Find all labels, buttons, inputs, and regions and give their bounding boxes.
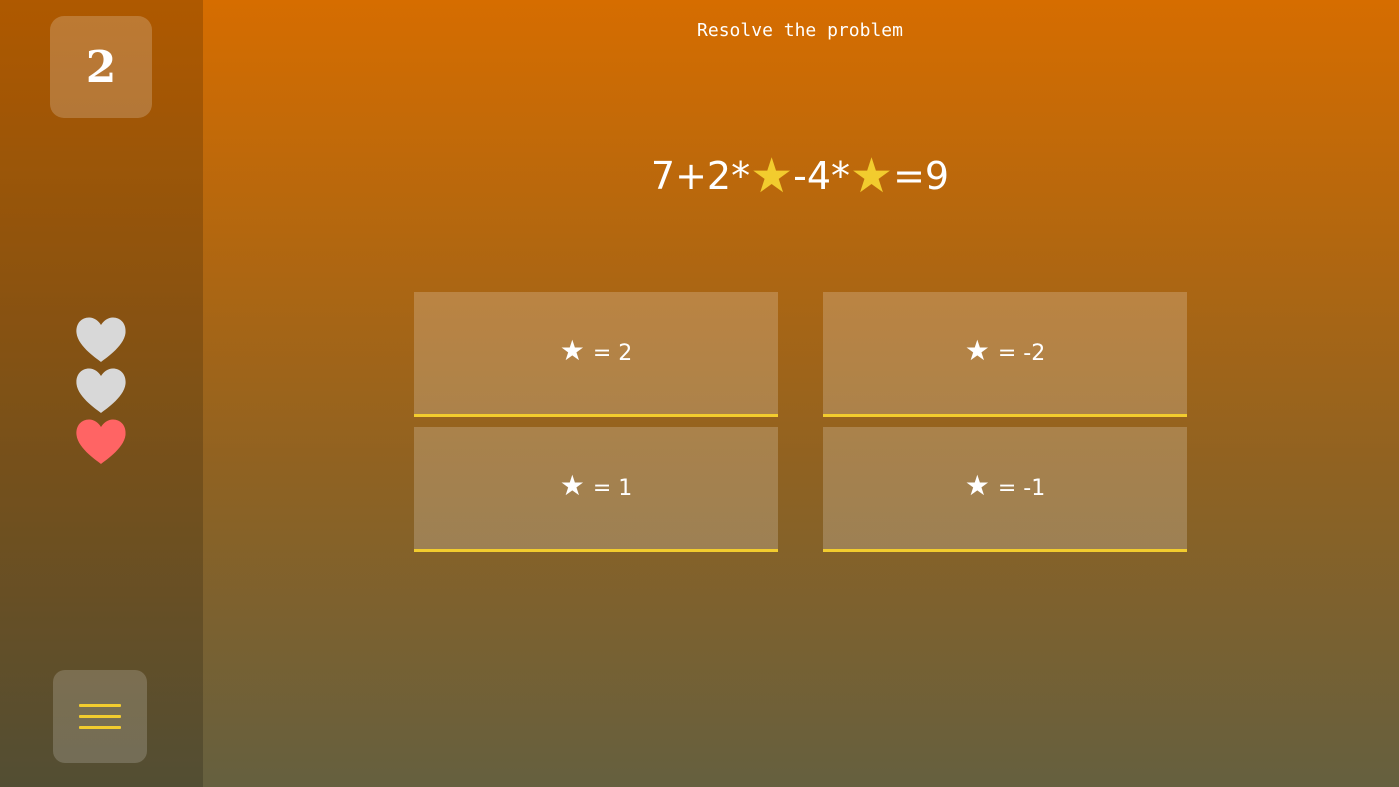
problem-title: Resolve the problem bbox=[697, 20, 903, 41]
menu-button[interactable] bbox=[53, 670, 147, 763]
answer-button-2[interactable]: ★ = 2 bbox=[414, 292, 778, 417]
sidebar: 2 bbox=[0, 0, 203, 787]
answer-button-1[interactable]: ★ = 1 bbox=[414, 427, 778, 552]
star-icon: ★ bbox=[850, 148, 894, 204]
answer-button-minus-1[interactable]: ★ = -1 bbox=[823, 427, 1187, 552]
answer-label: = -2 bbox=[997, 340, 1046, 366]
equation-part: =9 bbox=[893, 154, 950, 198]
level-number: 2 bbox=[85, 41, 117, 93]
star-icon: ★ bbox=[750, 148, 794, 204]
heart-icon bbox=[76, 419, 126, 464]
heart-icon bbox=[76, 317, 126, 362]
hamburger-menu-icon bbox=[79, 703, 121, 729]
equation: 7+2*★-4*★=9 bbox=[500, 150, 1100, 202]
star-icon: ★ bbox=[559, 333, 585, 367]
star-icon: ★ bbox=[559, 468, 585, 502]
equation-part: 7+2* bbox=[650, 154, 751, 198]
level-indicator: 2 bbox=[50, 16, 152, 118]
star-icon: ★ bbox=[964, 333, 990, 367]
answer-label: = 1 bbox=[592, 475, 633, 501]
answer-label: = -1 bbox=[997, 475, 1046, 501]
heart-icon bbox=[76, 368, 126, 413]
answer-label: = 2 bbox=[592, 340, 633, 366]
answer-button-minus-2[interactable]: ★ = -2 bbox=[823, 292, 1187, 417]
equation-part: -4* bbox=[793, 154, 851, 198]
star-icon: ★ bbox=[964, 468, 990, 502]
lives-display bbox=[74, 316, 128, 469]
